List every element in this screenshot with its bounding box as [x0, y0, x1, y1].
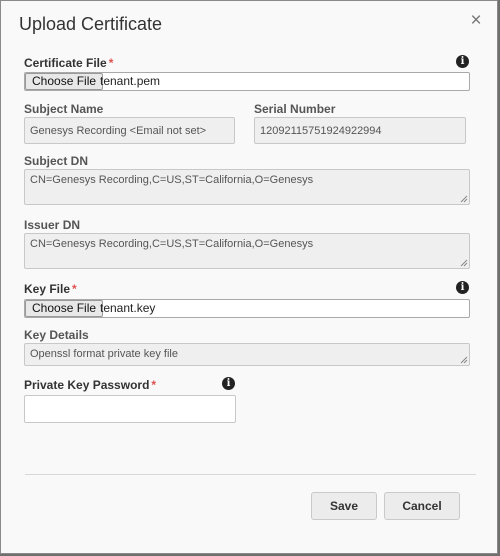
- upload-certificate-dialog: Upload Certificate × Certificate File * i…: [0, 0, 498, 554]
- resize-grip-icon[interactable]: [460, 195, 468, 203]
- key-details-label: Key Details: [24, 328, 89, 342]
- choose-file-button[interactable]: Choose File: [25, 73, 104, 90]
- info-circle-icon[interactable]: i: [456, 281, 469, 294]
- private-key-password-label: Private Key Password *: [24, 378, 156, 392]
- required-asterisk: *: [151, 378, 157, 392]
- subject-dn-value: CN=Genesys Recording,C=US,ST=California,…: [30, 174, 314, 186]
- required-asterisk: *: [72, 282, 77, 296]
- serial-number-field: 120921157519249229​94: [254, 117, 466, 144]
- key-file-input[interactable]: Choose File tenant.key: [24, 299, 470, 318]
- subject-dn-label: Subject DN: [24, 154, 89, 168]
- certificate-file-label: Certificate File *: [24, 56, 113, 70]
- certificate-file-label-text: Certificate File: [24, 56, 107, 70]
- private-key-password-label-text: Private Key Password: [24, 378, 150, 392]
- resize-grip-icon[interactable]: [460, 259, 468, 267]
- resize-grip-icon[interactable]: [460, 356, 468, 364]
- issuer-dn-label: Issuer DN: [24, 218, 81, 232]
- private-key-password-input[interactable]: [24, 395, 236, 423]
- certificate-file-name: tenant.pem: [100, 74, 161, 88]
- footer-divider: [25, 474, 476, 475]
- serial-number-label: Serial Number: [254, 102, 336, 116]
- key-file-name: tenant.key: [100, 301, 156, 315]
- dialog-title: Upload Certificate: [19, 14, 163, 34]
- info-circle-icon[interactable]: i: [222, 377, 235, 390]
- info-circle-icon[interactable]: i: [456, 55, 469, 68]
- key-details-value: Openssl format private key file: [30, 348, 178, 360]
- cancel-button[interactable]: Cancel: [384, 492, 460, 520]
- subject-dn-field: CN=Genesys Recording,C=US,ST=California,…: [24, 169, 470, 205]
- key-details-field: Openssl format private key file: [24, 343, 470, 366]
- close-icon[interactable]: ×: [468, 11, 484, 30]
- issuer-dn-value: CN=Genesys Recording,C=US,ST=California,…: [30, 238, 314, 250]
- required-asterisk: *: [108, 56, 114, 70]
- save-button[interactable]: Save: [311, 492, 377, 520]
- subject-name-field: Genesys Recording <Email not set>: [24, 117, 235, 144]
- certificate-file-input[interactable]: Choose File tenant.pem: [24, 72, 470, 91]
- key-file-label-text: Key File: [24, 282, 71, 296]
- subject-name-label: Subject Name: [24, 102, 104, 116]
- key-file-label: Key File *: [24, 282, 77, 296]
- choose-file-button[interactable]: Choose File: [25, 300, 104, 317]
- issuer-dn-field: CN=Genesys Recording,C=US,ST=California,…: [24, 233, 470, 269]
